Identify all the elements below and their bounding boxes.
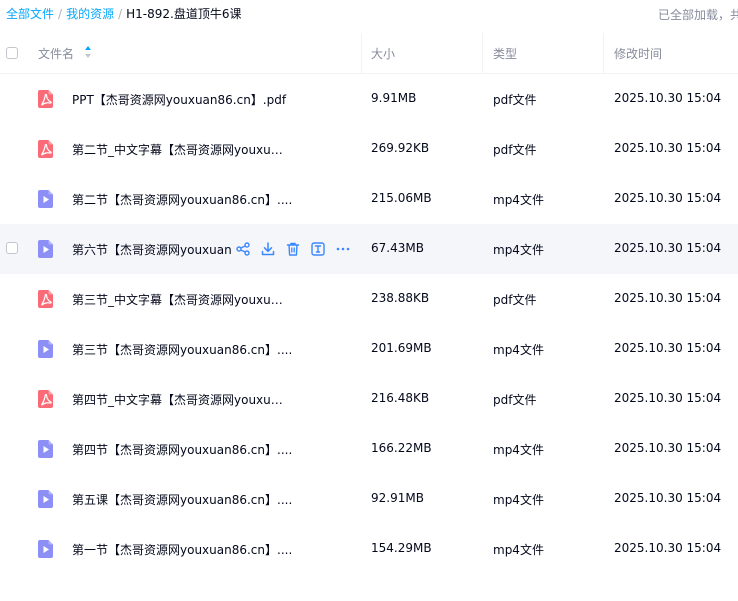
breadcrumb-all-files[interactable]: 全部文件: [6, 7, 54, 21]
breadcrumb-separator: /: [118, 7, 123, 21]
column-header-modified[interactable]: 修改时间: [614, 45, 662, 62]
video-icon: [36, 239, 56, 259]
file-modified-time: 2025.10.30 15:04: [614, 441, 722, 455]
sort-icon[interactable]: [84, 45, 92, 59]
column-divider: [482, 33, 483, 73]
video-icon: [36, 489, 56, 509]
file-type: mp4文件: [493, 243, 544, 257]
file-row[interactable]: 第三节_中文字幕【杰哥资源网youxu… 238.88KB pdf文件 2025.10…: [0, 274, 738, 324]
video-icon: [36, 539, 56, 559]
column-header-size[interactable]: 大小: [371, 45, 395, 62]
file-name[interactable]: 第二节【杰哥资源网youxuan86.cn】....: [72, 191, 352, 208]
more-icon[interactable]: [335, 241, 351, 257]
file-type: pdf文件: [493, 393, 537, 407]
file-row[interactable]: 第二节_中文字幕【杰哥资源网youxu… 269.92KB pdf文件 2025.10…: [0, 124, 738, 174]
delete-icon[interactable]: [285, 241, 301, 257]
breadcrumb-my-resources[interactable]: 我的资源: [66, 7, 114, 21]
file-size: 67.43MB: [371, 241, 424, 255]
file-name[interactable]: 第三节【杰哥资源网youxuan86.cn】....: [72, 341, 352, 358]
select-all-checkbox[interactable]: [6, 47, 18, 59]
file-modified-time: 2025.10.30 15:04: [614, 91, 722, 105]
file-type: mp4文件: [493, 343, 544, 357]
top-bar: 全部文件 / 我的资源 / H1-892.盘道顶牛6课 已全部加载，共: [0, 0, 738, 26]
file-modified-time: 2025.10.30 15:04: [614, 541, 722, 555]
file-row[interactable]: PPT【杰哥资源网youxuan86.cn】.pdf 9.91MB pdf文件 202…: [0, 74, 738, 124]
file-type: pdf文件: [493, 93, 537, 107]
pdf-icon: [36, 289, 56, 309]
file-name[interactable]: 第四节_中文字幕【杰哥资源网youxu…: [72, 391, 352, 408]
file-row[interactable]: 第一节【杰哥资源网youxuan86.cn】.... 154.29MB mp4文件 2…: [0, 524, 738, 574]
file-name[interactable]: 第一节【杰哥资源网youxuan86.cn】....: [72, 541, 352, 558]
file-type: mp4文件: [493, 493, 544, 507]
share-icon[interactable]: [235, 241, 251, 257]
file-modified-time: 2025.10.30 15:04: [614, 291, 722, 305]
file-name[interactable]: PPT【杰哥资源网youxuan86.cn】.pdf: [72, 91, 352, 108]
file-size: 238.88KB: [371, 291, 430, 305]
file-type: pdf文件: [493, 293, 537, 307]
column-divider: [603, 33, 604, 73]
file-row[interactable]: 第二节【杰哥资源网youxuan86.cn】.... 215.06MB mp4文件 2…: [0, 174, 738, 224]
rename-icon[interactable]: [310, 241, 326, 257]
file-size: 216.48KB: [371, 391, 430, 405]
column-header-type[interactable]: 类型: [493, 45, 517, 62]
file-type: mp4文件: [493, 193, 544, 207]
loaded-status-text: 已全部加载，共: [657, 8, 738, 22]
file-modified-time: 2025.10.30 15:04: [614, 241, 722, 255]
breadcrumb-current-folder: H1-892.盘道顶牛6课: [126, 7, 242, 21]
file-size: 166.22MB: [371, 441, 432, 455]
pdf-icon: [36, 389, 56, 409]
file-modified-time: 2025.10.30 15:04: [614, 141, 722, 155]
file-type: mp4文件: [493, 543, 544, 557]
file-size: 9.91MB: [371, 91, 417, 105]
file-size: 215.06MB: [371, 191, 432, 205]
file-modified-time: 2025.10.30 15:04: [614, 191, 722, 205]
column-divider: [361, 33, 362, 73]
file-type: mp4文件: [493, 443, 544, 457]
file-row[interactable]: 第五课【杰哥资源网youxuan86.cn】.... 92.91MB mp4文件 20…: [0, 474, 738, 524]
file-size: 201.69MB: [371, 341, 432, 355]
file-name[interactable]: 第四节【杰哥资源网youxuan86.cn】....: [72, 441, 352, 458]
file-row[interactable]: 第三节【杰哥资源网youxuan86.cn】.... 201.69MB mp4文件 2…: [0, 324, 738, 374]
file-row[interactable]: 第四节【杰哥资源网youxuan86.cn】.... 166.22MB mp4文件 2…: [0, 424, 738, 474]
video-icon: [36, 189, 56, 209]
breadcrumb-separator: /: [58, 7, 63, 21]
table-header: 文件名 大小 类型 修改时间: [0, 33, 738, 74]
download-icon[interactable]: [260, 241, 276, 257]
file-modified-time: 2025.10.30 15:04: [614, 391, 722, 405]
file-name[interactable]: 第三节_中文字幕【杰哥资源网youxu…: [72, 291, 352, 308]
file-modified-time: 2025.10.30 15:04: [614, 491, 722, 505]
video-icon: [36, 339, 56, 359]
file-row[interactable]: 第四节_中文字幕【杰哥资源网youxu… 216.48KB pdf文件 2025.10…: [0, 374, 738, 424]
file-type: pdf文件: [493, 143, 537, 157]
file-size: 269.92KB: [371, 141, 430, 155]
file-row[interactable]: 第六节【杰哥资源网youxuan8 67.43MB mp4文件 2025.10.30 …: [0, 224, 738, 274]
breadcrumb: 全部文件 / 我的资源 / H1-892.盘道顶牛6课: [6, 5, 241, 22]
file-size: 154.29MB: [371, 541, 432, 555]
column-header-name[interactable]: 文件名: [38, 45, 74, 62]
row-checkbox[interactable]: [6, 242, 18, 254]
pdf-icon: [36, 139, 56, 159]
file-name[interactable]: 第六节【杰哥资源网youxuan8: [72, 241, 232, 258]
file-modified-time: 2025.10.30 15:04: [614, 341, 722, 355]
file-size: 92.91MB: [371, 491, 424, 505]
video-icon: [36, 439, 56, 459]
pdf-icon: [36, 89, 56, 109]
file-name[interactable]: 第五课【杰哥资源网youxuan86.cn】....: [72, 491, 352, 508]
file-name[interactable]: 第二节_中文字幕【杰哥资源网youxu…: [72, 141, 352, 158]
